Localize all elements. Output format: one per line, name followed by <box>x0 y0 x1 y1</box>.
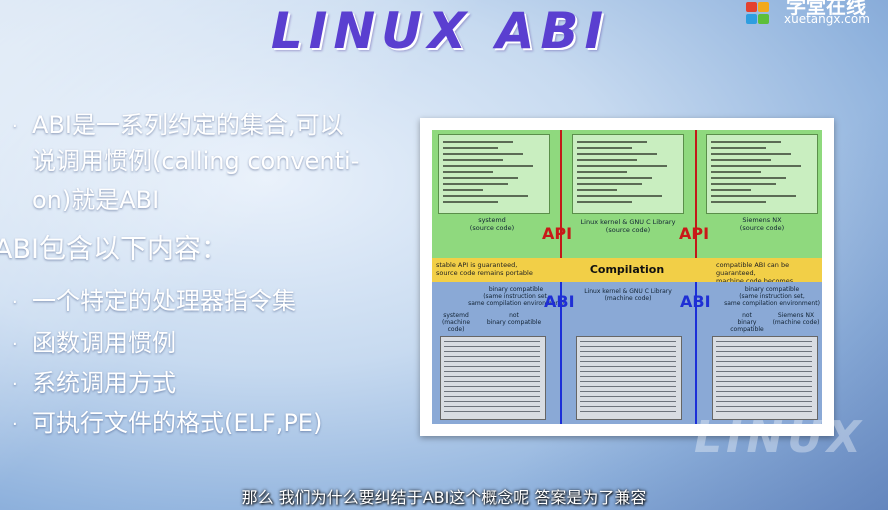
kernel-machine-label: Linux kernel & GNU C Library (machine co… <box>584 288 672 303</box>
compilation-band: stable API is guaranteed, source code re… <box>432 258 822 293</box>
machine-code-region: binary compatible (same instruction set,… <box>432 282 822 424</box>
hex-dump-siemens <box>712 336 818 420</box>
not-compatible-left: not binary compatible <box>486 312 542 327</box>
cube-logo-icon <box>746 2 776 26</box>
bullet-dot-icon: · <box>12 292 18 313</box>
hex-dump-systemd <box>440 336 546 420</box>
slide-title: LINUX ABI <box>270 2 610 60</box>
binary-compatible-right: binary compatible (same instruction set,… <box>724 286 820 308</box>
bullet-dot-icon: · <box>12 334 18 355</box>
not-compatible-right: not binary compatible <box>730 312 764 334</box>
abi-label-right: ABI <box>680 292 711 311</box>
label-siemens-source: Siemens NX (source code) <box>739 216 785 233</box>
abi-label-left: ABI <box>544 292 575 311</box>
linux-watermark: LINUX <box>694 412 865 463</box>
compilation-label: Compilation <box>589 263 665 276</box>
diagram-canvas: systemd (source code) Linux kernel & GNU… <box>432 130 822 424</box>
api-label-right: API <box>679 224 710 243</box>
video-caption: 那么 我们为什么要纠结于ABI这个概念呢 答案是为了兼容 <box>241 488 647 507</box>
code-panel-systemd <box>438 134 550 214</box>
site-logo[interactable]: 学堂在线 xuetangx.com <box>746 0 888 26</box>
api-label-left: API <box>542 224 573 243</box>
logo-url-text: xuetangx.com <box>784 12 870 26</box>
systemd-machine-label: systemd (machine code) <box>441 312 471 334</box>
label-systemd-source: systemd (source code) <box>469 216 515 233</box>
label-kernel-source: Linux kernel & GNU C Library (source cod… <box>580 218 676 235</box>
hex-dump-kernel <box>576 336 682 420</box>
code-panel-siemens <box>706 134 818 214</box>
band-left-text: stable API is guaranteed, source code re… <box>436 261 533 278</box>
bullet-dot-icon: · <box>12 116 18 137</box>
bullet-dot-icon: · <box>12 414 18 435</box>
siemens-machine-label: Siemens NX (machine code) <box>772 312 820 327</box>
bullet-dot-icon: · <box>12 374 18 395</box>
source-code-region: systemd (source code) Linux kernel & GNU… <box>432 130 822 258</box>
code-panel-kernel <box>572 134 684 214</box>
linux-abi-diagram: systemd (source code) Linux kernel & GNU… <box>420 118 834 436</box>
